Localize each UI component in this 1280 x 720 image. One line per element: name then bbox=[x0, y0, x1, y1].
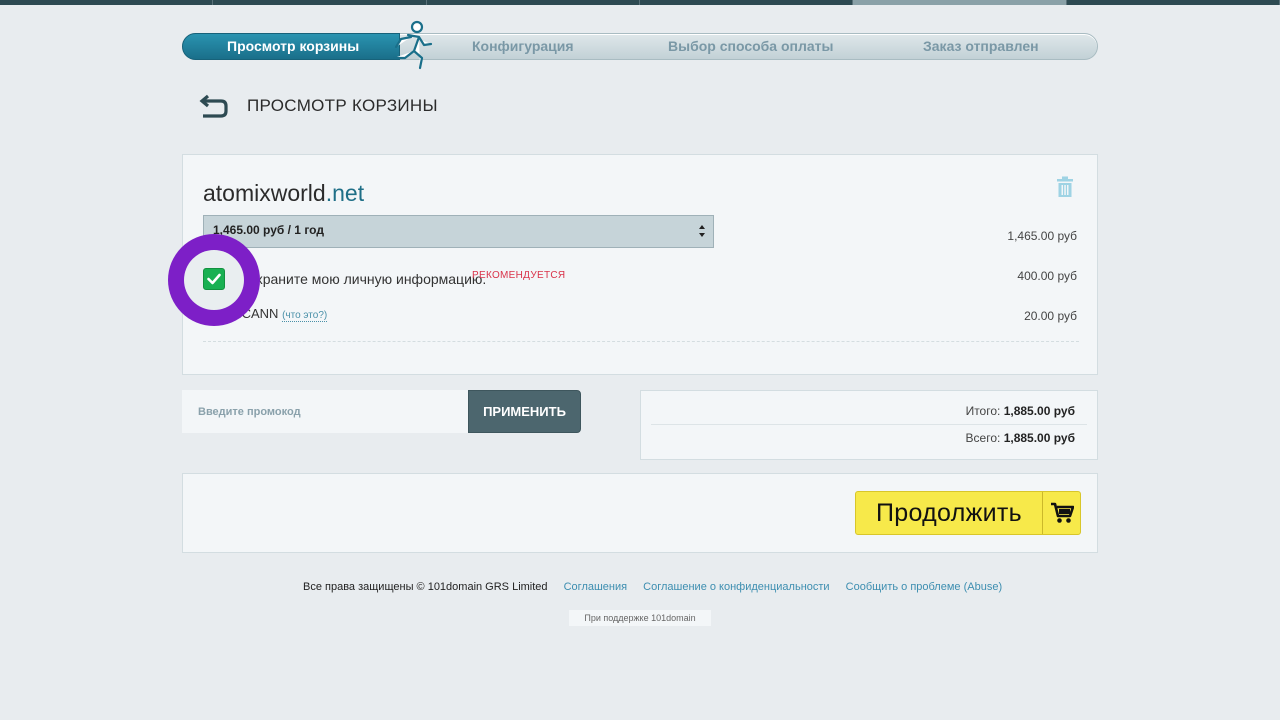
step-configuration: Конфигурация bbox=[472, 38, 574, 54]
promo-code-input[interactable] bbox=[182, 390, 472, 433]
back-arrow-icon[interactable] bbox=[199, 93, 229, 119]
recommended-badge: РЕКОМЕНДУЕТСЯ bbox=[472, 270, 566, 281]
period-select-value: 1,465.00 руб / 1 год bbox=[213, 223, 324, 237]
footer-link-agreements[interactable]: Соглашения bbox=[564, 581, 628, 593]
period-select[interactable]: 1,465.00 руб / 1 год bbox=[203, 215, 714, 248]
checkout-progress: Просмотр корзины Конфигурация Выбор спос… bbox=[182, 33, 1098, 60]
footer-copyright: Все права защищены © 101domain GRS Limit… bbox=[303, 581, 548, 593]
running-man-icon bbox=[392, 20, 433, 70]
divider bbox=[203, 341, 1079, 342]
privacy-checkbox[interactable] bbox=[203, 268, 225, 290]
top-strip bbox=[0, 0, 1280, 5]
footer: Все права защищены © 101domain GRS Limit… bbox=[303, 581, 1002, 593]
total-line: Всего: 1,885.00 руб bbox=[966, 431, 1075, 445]
subtotal-line: Итого: 1,885.00 руб bbox=[966, 404, 1075, 418]
period-price: 1,465.00 руб bbox=[1007, 229, 1077, 243]
domain-sld: atomixworld bbox=[203, 180, 326, 206]
subtotal-value: 1,885.00 руб bbox=[1003, 404, 1075, 418]
icann-whatis-link[interactable]: (что это?) bbox=[282, 310, 328, 322]
step-order-sent: Заказ отправлен bbox=[923, 38, 1039, 54]
powered-by: При поддержке 101domain bbox=[569, 610, 711, 626]
privacy-price: 400.00 руб bbox=[1017, 269, 1077, 283]
privacy-option-label[interactable]: Сохраните мою личную информацию. bbox=[238, 271, 486, 287]
cart-icon bbox=[1042, 492, 1080, 534]
icann-fee-row: ICANN (что это?) bbox=[238, 306, 328, 322]
footer-link-abuse[interactable]: Сообщить о проблеме (Abuse) bbox=[846, 581, 1002, 593]
domain-tld: .net bbox=[325, 180, 365, 206]
totals-panel: Итого: 1,885.00 руб Всего: 1,885.00 руб bbox=[640, 390, 1098, 460]
cart-item-panel: atomixworld.net 1,465.00 руб / 1 год 1,4… bbox=[182, 154, 1098, 375]
checkmark-icon bbox=[207, 273, 221, 285]
continue-button[interactable]: Продолжить bbox=[855, 491, 1081, 535]
footer-link-privacy[interactable]: Соглашение о конфиденциальности bbox=[643, 581, 829, 593]
step-cart-review: Просмотр корзины bbox=[227, 38, 360, 54]
select-arrows-icon bbox=[699, 225, 705, 237]
icann-price: 20.00 руб bbox=[1024, 309, 1077, 323]
step-payment-method: Выбор способа оплаты bbox=[668, 38, 834, 54]
continue-label: Продолжить bbox=[876, 498, 1022, 527]
subtotal-label: Итого: bbox=[965, 404, 1001, 418]
total-value: 1,885.00 руб bbox=[1003, 431, 1075, 445]
page-title: ПРОСМОТР КОРЗИНЫ bbox=[247, 96, 438, 115]
apply-promo-button[interactable]: ПРИМЕНИТЬ bbox=[468, 390, 581, 433]
continue-panel: Продолжить bbox=[182, 473, 1098, 553]
trash-icon[interactable] bbox=[1056, 176, 1074, 197]
domain-name: atomixworld.net bbox=[203, 180, 364, 207]
total-label: Всего: bbox=[965, 431, 1001, 445]
